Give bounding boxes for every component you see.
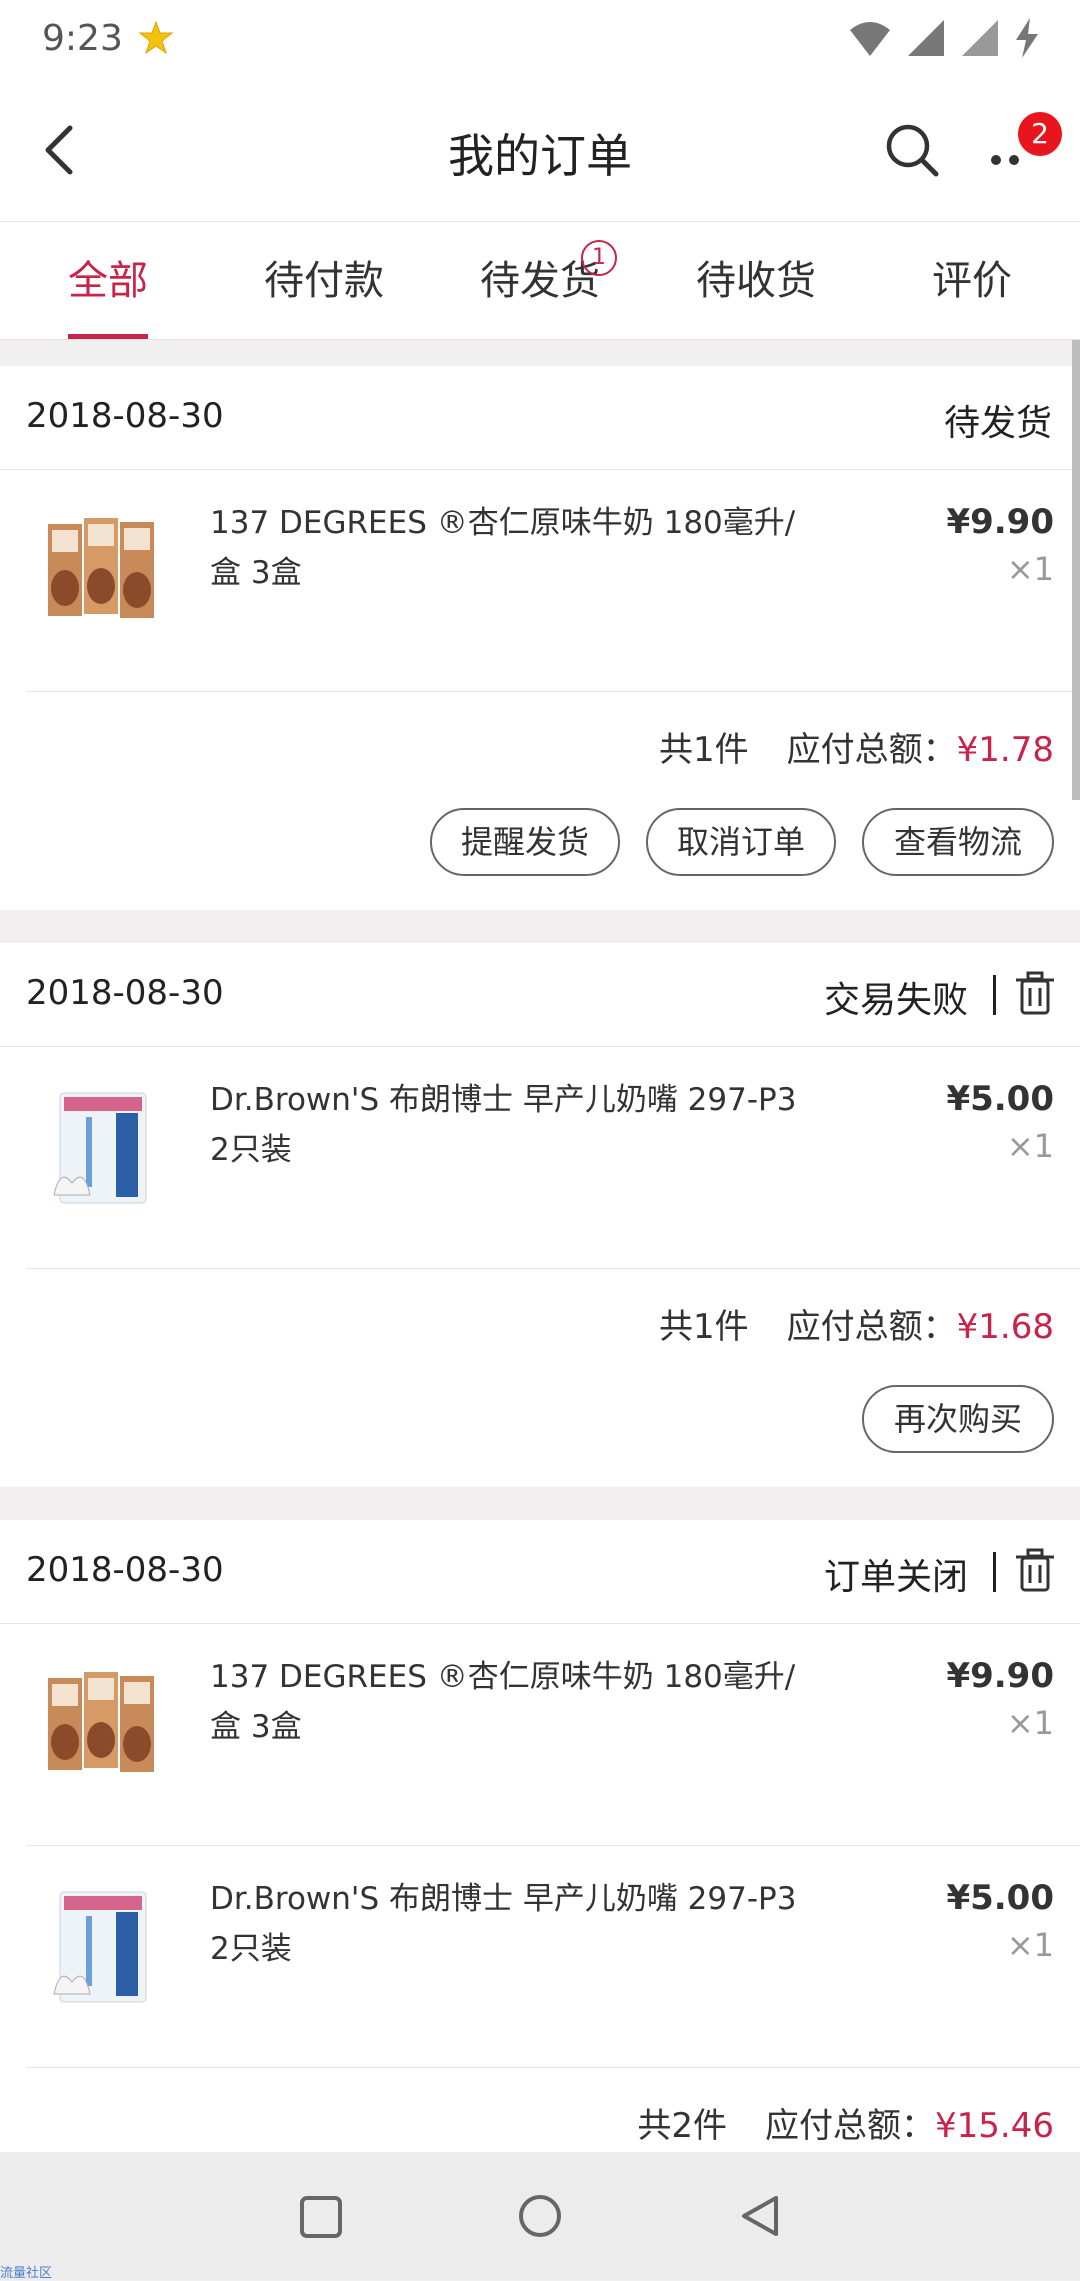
home-icon[interactable] bbox=[516, 2192, 564, 2240]
view-logistics-button[interactable]: 查看物流 bbox=[862, 808, 1054, 876]
item-qty: ×1 bbox=[1006, 1704, 1054, 1742]
tab-pending-receipt[interactable]: 待收货 bbox=[648, 222, 864, 339]
order-date: 2018-08-30 bbox=[26, 973, 224, 1013]
more-badge: 2 bbox=[1018, 112, 1062, 156]
tab-pending-payment[interactable]: 待付款 bbox=[216, 222, 432, 339]
order-item[interactable]: 137 DEGREES ®杏仁原味牛奶 180毫升/盒 3盒 ¥9.90 ×1 bbox=[26, 1624, 1080, 1846]
item-price: ¥5.00 bbox=[946, 1878, 1054, 1918]
order-item[interactable]: Dr.Brown'S 布朗博士 早产儿奶嘴 297-P3 2只装 ¥5.00 ×… bbox=[26, 1846, 1080, 2068]
tab-label: 待收货 bbox=[696, 258, 816, 304]
item-count: 共1件 bbox=[659, 1307, 749, 1347]
order-list[interactable]: 2018-08-30 待发货 137 DEGREES ®杏仁原味牛奶 180毫升… bbox=[0, 340, 1080, 2152]
remind-ship-button[interactable]: 提醒发货 bbox=[430, 808, 620, 876]
order-card: 2018-08-30 待发货 137 DEGREES ®杏仁原味牛奶 180毫升… bbox=[0, 366, 1080, 910]
nipple-pack-thumb bbox=[53, 1092, 147, 1204]
order-card: 2018-08-30 交易失败 Dr.Brown'S 布朗博士 早产儿奶嘴 29… bbox=[0, 943, 1080, 1487]
tab-review[interactable]: 评价 bbox=[864, 222, 1080, 339]
back-triangle-icon[interactable] bbox=[736, 2192, 784, 2240]
order-status: 订单关闭 bbox=[823, 1557, 968, 1598]
total-label: 应付总额： bbox=[786, 1307, 957, 1347]
search-icon[interactable] bbox=[882, 120, 942, 180]
item-name: Dr.Brown'S 布朗博士 早产儿奶嘴 297-P3 2只装 bbox=[210, 1082, 797, 1168]
almond-milk-thumb bbox=[48, 1672, 154, 1772]
status-time: 9:23 bbox=[42, 18, 123, 59]
item-price: ¥9.90 bbox=[946, 502, 1054, 542]
order-item[interactable]: Dr.Brown'S 布朗博士 早产儿奶嘴 297-P3 2只装 ¥5.00 ×… bbox=[26, 1047, 1080, 1269]
nipple-pack-thumb bbox=[53, 1891, 147, 2003]
buy-again-button[interactable]: 再次购买 bbox=[862, 1385, 1054, 1453]
trash-icon[interactable] bbox=[1014, 1548, 1056, 1592]
order-total: ¥1.68 bbox=[956, 1307, 1054, 1347]
total-label: 应付总额： bbox=[765, 2106, 936, 2146]
item-name: Dr.Brown'S 布朗博士 早产儿奶嘴 297-P3 2只装 bbox=[210, 1881, 797, 1967]
order-summary: 共1件 应付总额：¥1.78 bbox=[0, 692, 1080, 798]
order-item[interactable]: 137 DEGREES ®杏仁原味牛奶 180毫升/盒 3盒 ¥9.90 ×1 bbox=[26, 470, 1080, 692]
cancel-order-button[interactable]: 取消订单 bbox=[646, 808, 836, 876]
divider bbox=[993, 1552, 996, 1592]
signal-icon bbox=[908, 20, 944, 56]
tab-label: 待付款 bbox=[264, 258, 384, 304]
item-count: 共1件 bbox=[659, 730, 749, 770]
order-actions: 再次购买 bbox=[0, 1375, 1080, 1487]
order-date: 2018-08-30 bbox=[26, 1550, 224, 1590]
item-qty: ×1 bbox=[1006, 1926, 1054, 1964]
order-status: 待发货 bbox=[943, 403, 1052, 444]
app-header: 我的订单 2 bbox=[0, 80, 1080, 222]
item-qty: ×1 bbox=[1006, 1127, 1054, 1165]
order-status: 交易失败 bbox=[823, 980, 968, 1021]
tab-all[interactable]: 全部 bbox=[0, 222, 216, 339]
order-summary: 共2件 应付总额：¥15.46 bbox=[0, 2068, 1080, 2152]
signal-2-icon bbox=[962, 20, 998, 56]
total-label: 应付总额： bbox=[786, 730, 957, 770]
tab-label: 全部 bbox=[68, 258, 148, 304]
divider bbox=[993, 975, 996, 1015]
system-nav-bar bbox=[0, 2152, 1080, 2280]
order-header: 2018-08-30 订单关闭 bbox=[0, 1520, 1080, 1624]
tab-pending-shipment[interactable]: 待发货 1 bbox=[432, 222, 648, 339]
item-price: ¥5.00 bbox=[946, 1079, 1054, 1119]
trash-icon[interactable] bbox=[1014, 971, 1056, 1015]
scrollbar[interactable] bbox=[1072, 340, 1080, 800]
tab-label: 评价 bbox=[932, 258, 1012, 304]
order-date: 2018-08-30 bbox=[26, 396, 224, 436]
order-card: 2018-08-30 订单关闭 137 DEGREES ®杏仁原味牛奶 180毫… bbox=[0, 1520, 1080, 2152]
charging-icon bbox=[1016, 18, 1038, 58]
item-name: 137 DEGREES ®杏仁原味牛奶 180毫升/盒 3盒 bbox=[210, 505, 796, 591]
order-tabs: 全部 待付款 待发货 1 待收货 评价 bbox=[0, 222, 1080, 340]
recent-apps-icon[interactable] bbox=[298, 2194, 344, 2240]
order-total: ¥15.46 bbox=[935, 2106, 1054, 2146]
almond-milk-thumb bbox=[48, 518, 154, 618]
order-header: 2018-08-30 交易失败 bbox=[0, 943, 1080, 1047]
wifi-icon bbox=[850, 22, 890, 56]
order-total: ¥1.78 bbox=[956, 730, 1054, 770]
item-qty: ×1 bbox=[1006, 550, 1054, 588]
order-header: 2018-08-30 待发货 bbox=[0, 366, 1080, 470]
item-name: 137 DEGREES ®杏仁原味牛奶 180毫升/盒 3盒 bbox=[210, 1659, 796, 1745]
status-bar: 9:23 bbox=[0, 0, 1080, 80]
watermark: 流量社区 bbox=[0, 2266, 53, 2281]
star-badge-icon bbox=[138, 20, 174, 55]
item-price: ¥9.90 bbox=[946, 1656, 1054, 1696]
order-actions: 提醒发货 取消订单 查看物流 bbox=[0, 798, 1080, 910]
item-count: 共2件 bbox=[637, 2106, 728, 2146]
order-summary: 共1件 应付总额：¥1.68 bbox=[0, 1269, 1080, 1375]
tab-badge: 1 bbox=[581, 240, 617, 276]
